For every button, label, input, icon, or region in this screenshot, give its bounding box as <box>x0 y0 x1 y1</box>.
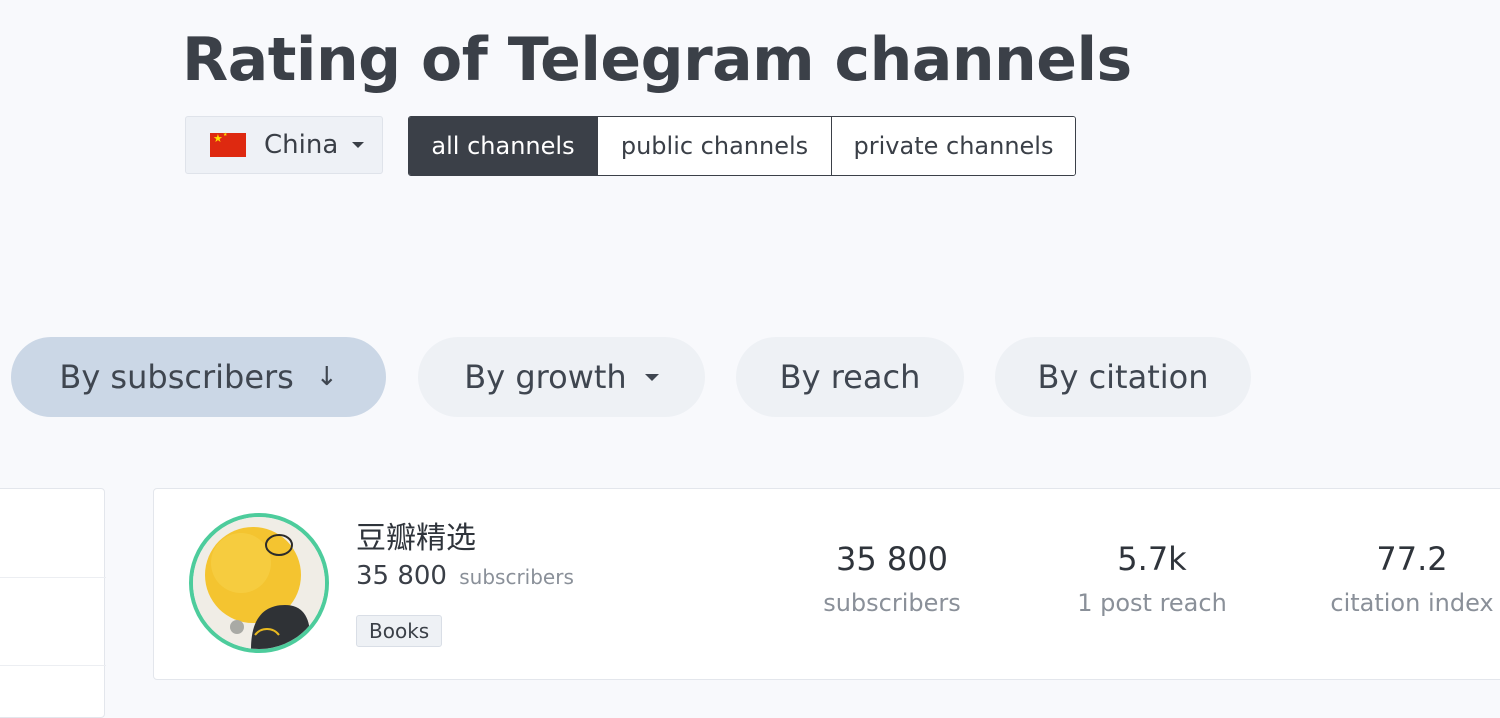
sort-label: By citation <box>1037 358 1209 396</box>
sort-label: By subscribers <box>59 358 294 396</box>
arrow-down-icon: ↓ <box>315 362 338 392</box>
sidebar-card <box>0 488 106 718</box>
divider <box>0 577 106 578</box>
avatar-art-icon <box>193 517 325 649</box>
china-flag-icon <box>210 132 246 157</box>
category-tag[interactable]: Books <box>356 615 443 647</box>
channel-card[interactable]: 豆瓣精选 35 800 subscribers Books 35 800 sub… <box>153 488 1500 680</box>
stat-value: 35 800 <box>836 540 948 578</box>
channel-type-tabs: all channels public channels private cha… <box>408 116 1076 176</box>
sort-by-citation-button[interactable]: By citation <box>995 337 1251 417</box>
stat-post-reach: 5.7k 1 post reach <box>1042 539 1262 621</box>
stat-label: 1 post reach <box>1077 589 1227 617</box>
country-dropdown[interactable]: China <box>185 116 383 174</box>
channel-subscribers: 35 800 subscribers <box>356 561 574 591</box>
subscribers-count: 35 800 <box>356 561 447 591</box>
stat-label: subscribers <box>823 589 961 617</box>
tab-public-channels[interactable]: public channels <box>597 117 831 175</box>
subscribers-label: subscribers <box>459 565 574 589</box>
stat-label: citation index <box>1330 589 1494 617</box>
country-label: China <box>264 130 339 160</box>
page-title: Rating of Telegram channels <box>182 25 1132 95</box>
divider <box>0 665 106 666</box>
sort-by-reach-button[interactable]: By reach <box>736 337 964 417</box>
sort-by-subscribers-button[interactable]: By subscribers ↓ <box>11 337 386 417</box>
sort-label: By reach <box>779 358 921 396</box>
stat-citation-index: 77.2 citation index <box>1302 539 1500 621</box>
caret-down-icon <box>352 142 365 148</box>
stat-value: 77.2 <box>1376 540 1448 578</box>
stat-value: 5.7k <box>1117 540 1187 578</box>
sort-label: By growth <box>464 358 627 396</box>
tab-all-channels[interactable]: all channels <box>409 117 597 175</box>
channel-avatar[interactable] <box>189 513 329 653</box>
tab-private-channels[interactable]: private channels <box>831 117 1075 175</box>
caret-down-icon <box>644 373 659 381</box>
stat-subscribers: 35 800 subscribers <box>782 539 1002 621</box>
channel-name[interactable]: 豆瓣精选 <box>356 513 476 557</box>
sort-by-growth-button[interactable]: By growth <box>418 337 705 417</box>
